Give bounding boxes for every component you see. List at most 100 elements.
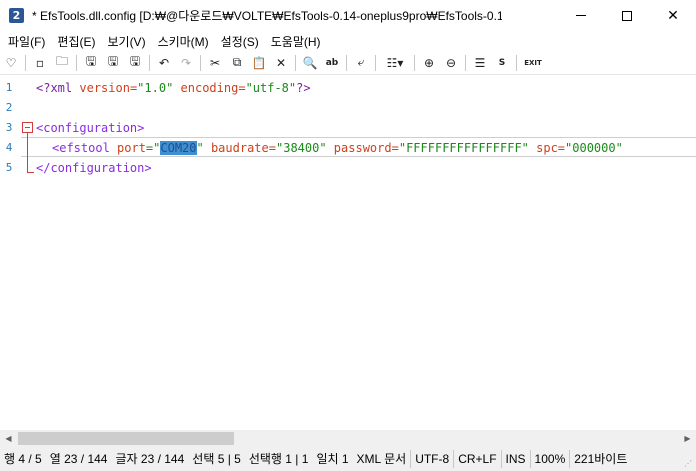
- exit-icon[interactable]: EXIT: [520, 52, 546, 74]
- zoom-in-icon[interactable]: ⊕: [418, 52, 440, 74]
- scrollbar-thumb[interactable]: [18, 432, 234, 445]
- favorites-icon[interactable]: ♡: [0, 52, 22, 74]
- toolbar-separator: [346, 54, 347, 71]
- save-copy-icon[interactable]: 🖫: [124, 52, 146, 74]
- close-icon[interactable]: ✕: [650, 0, 696, 31]
- status-column: 열 23 / 144: [49, 452, 108, 466]
- toolbar-separator: [516, 54, 517, 71]
- attr-value: "38400": [276, 141, 327, 155]
- title-bar: 2 * EfsTools.dll.config [D:₩@다운로드₩VOLTE₩…: [0, 0, 696, 31]
- attr-value: "000000": [565, 141, 623, 155]
- save-icon[interactable]: 🖫: [80, 52, 102, 74]
- toolbar-separator: [375, 54, 376, 71]
- redo-icon[interactable]: ↷: [175, 52, 197, 74]
- toolbar-separator: [465, 54, 466, 71]
- attr-name: port: [109, 141, 146, 155]
- window-controls: ✕: [558, 0, 696, 31]
- save-as-icon[interactable]: 🖫: [102, 52, 124, 74]
- settings-s-icon[interactable]: S: [491, 52, 513, 74]
- fold-collapse-icon[interactable]: [22, 122, 33, 133]
- cut-icon[interactable]: ✂: [204, 52, 226, 74]
- attr-quote: ": [196, 141, 204, 155]
- attr-name: version: [72, 81, 130, 95]
- undo-icon[interactable]: ↶: [153, 52, 175, 74]
- attr-eq: =: [391, 141, 399, 155]
- resize-grip-icon[interactable]: ⋰: [684, 459, 694, 469]
- maximize-icon[interactable]: [604, 0, 650, 31]
- attr-eq: =: [557, 141, 566, 155]
- attr-value: "FFFFFFFFFFFFFFFF": [398, 141, 529, 155]
- xml-tag: </configuration>: [36, 161, 152, 175]
- copy-icon[interactable]: ⧉: [226, 52, 248, 74]
- scheme-icon[interactable]: ☷▾: [379, 52, 411, 74]
- attr-name: password: [326, 141, 392, 155]
- zoom-out-icon[interactable]: ⊖: [440, 52, 462, 74]
- xml-pi-name: xml: [50, 81, 73, 95]
- line-number: 2: [5, 101, 13, 114]
- status-encoding[interactable]: UTF-8: [411, 447, 453, 471]
- new-file-icon[interactable]: ▫: [29, 52, 51, 74]
- paste-icon[interactable]: 📋: [248, 52, 270, 74]
- code-line-4: <efstool port="COM20" baudrate="38400" p…: [52, 138, 623, 158]
- menu-schema[interactable]: 스키마(M): [154, 33, 213, 50]
- attr-name: baudrate: [203, 141, 269, 155]
- horizontal-scrollbar[interactable]: ◀ ▶: [0, 430, 696, 447]
- selected-text[interactable]: COM20: [160, 141, 197, 155]
- scroll-right-icon[interactable]: ▶: [679, 430, 696, 447]
- wrap-icon[interactable]: ☰: [469, 52, 491, 74]
- code-line-1: <?xml version="1.0" encoding="utf-8"?>: [36, 78, 311, 98]
- scroll-left-icon[interactable]: ◀: [0, 430, 17, 447]
- toolbar-separator: [295, 54, 296, 71]
- toolbar-separator: [76, 54, 77, 71]
- status-doc-type[interactable]: XML 문서: [353, 447, 411, 471]
- xml-tag: <configuration>: [36, 121, 145, 135]
- xml-pi-close: ?>: [296, 81, 311, 95]
- menu-help[interactable]: 도움말(H): [267, 33, 325, 50]
- attr-name: encoding: [173, 81, 239, 95]
- status-line: 행 4 / 5: [4, 452, 42, 466]
- attr-value: "1.0": [137, 81, 174, 95]
- status-size: 221바이트: [574, 452, 628, 466]
- goto-icon[interactable]: ⤶: [350, 52, 372, 74]
- window-title: * EfsTools.dll.config [D:₩@다운로드₩VOLTE₩Ef…: [32, 9, 502, 23]
- fold-end: [27, 172, 34, 173]
- menu-bar: 파일(F) 편집(E) 보기(V) 스키마(M) 설정(S) 도움말(H): [0, 31, 696, 51]
- line-number-gutter: 1 2 3 4 5: [0, 76, 21, 430]
- attr-eq: =: [238, 81, 246, 95]
- replace-icon[interactable]: ab: [321, 52, 343, 74]
- toolbar-separator: [25, 54, 26, 71]
- toolbar: ♡ ▫ 🗀 🖫 🖫 🖫 ↶ ↷ ✂ ⧉ 📋 ✕ 🔍 ab ⤶ ☷▾ ⊕ ⊖ ☰ …: [0, 51, 696, 75]
- status-eol[interactable]: CR+LF: [454, 447, 500, 471]
- menu-edit[interactable]: 편집(E): [53, 33, 99, 50]
- line-number: 3: [5, 121, 13, 134]
- fold-line: [27, 133, 28, 173]
- toolbar-separator: [149, 54, 150, 71]
- attr-value: "utf-8": [245, 81, 297, 95]
- menu-view[interactable]: 보기(V): [103, 33, 149, 50]
- status-selection: 선택 5 | 5: [192, 452, 241, 466]
- editor[interactable]: 1 2 3 4 5 <?xml version="1.0" encoding="…: [0, 76, 696, 430]
- code-line-5: </configuration>: [36, 158, 152, 178]
- code-line-3: <configuration>: [36, 118, 144, 138]
- status-zoom[interactable]: 100%: [531, 447, 570, 471]
- line-number: 5: [5, 161, 13, 174]
- find-icon[interactable]: 🔍: [299, 52, 321, 74]
- menu-file[interactable]: 파일(F): [4, 33, 49, 50]
- xml-tag: <efstool: [52, 141, 110, 155]
- minimize-icon[interactable]: [558, 0, 604, 31]
- status-mode: INS: [505, 452, 526, 466]
- status-bar: 행 4 / 5 열 23 / 144 글자 23 / 144 선택 5 | 5 …: [0, 447, 696, 471]
- xml-pi-open: <?: [36, 81, 51, 95]
- status-matches: 일치 1: [316, 452, 349, 466]
- attr-eq: =": [145, 141, 161, 155]
- toolbar-separator: [200, 54, 201, 71]
- attr-eq: =: [268, 141, 276, 155]
- menu-settings[interactable]: 설정(S): [217, 33, 263, 50]
- delete-icon[interactable]: ✕: [270, 52, 292, 74]
- open-folder-icon[interactable]: 🗀: [51, 52, 73, 74]
- line-number: 4: [5, 141, 13, 154]
- line-number: 1: [5, 81, 13, 94]
- toolbar-separator: [414, 54, 415, 71]
- attr-name: spc: [528, 141, 558, 155]
- status-char: 글자 23 / 144: [115, 452, 185, 466]
